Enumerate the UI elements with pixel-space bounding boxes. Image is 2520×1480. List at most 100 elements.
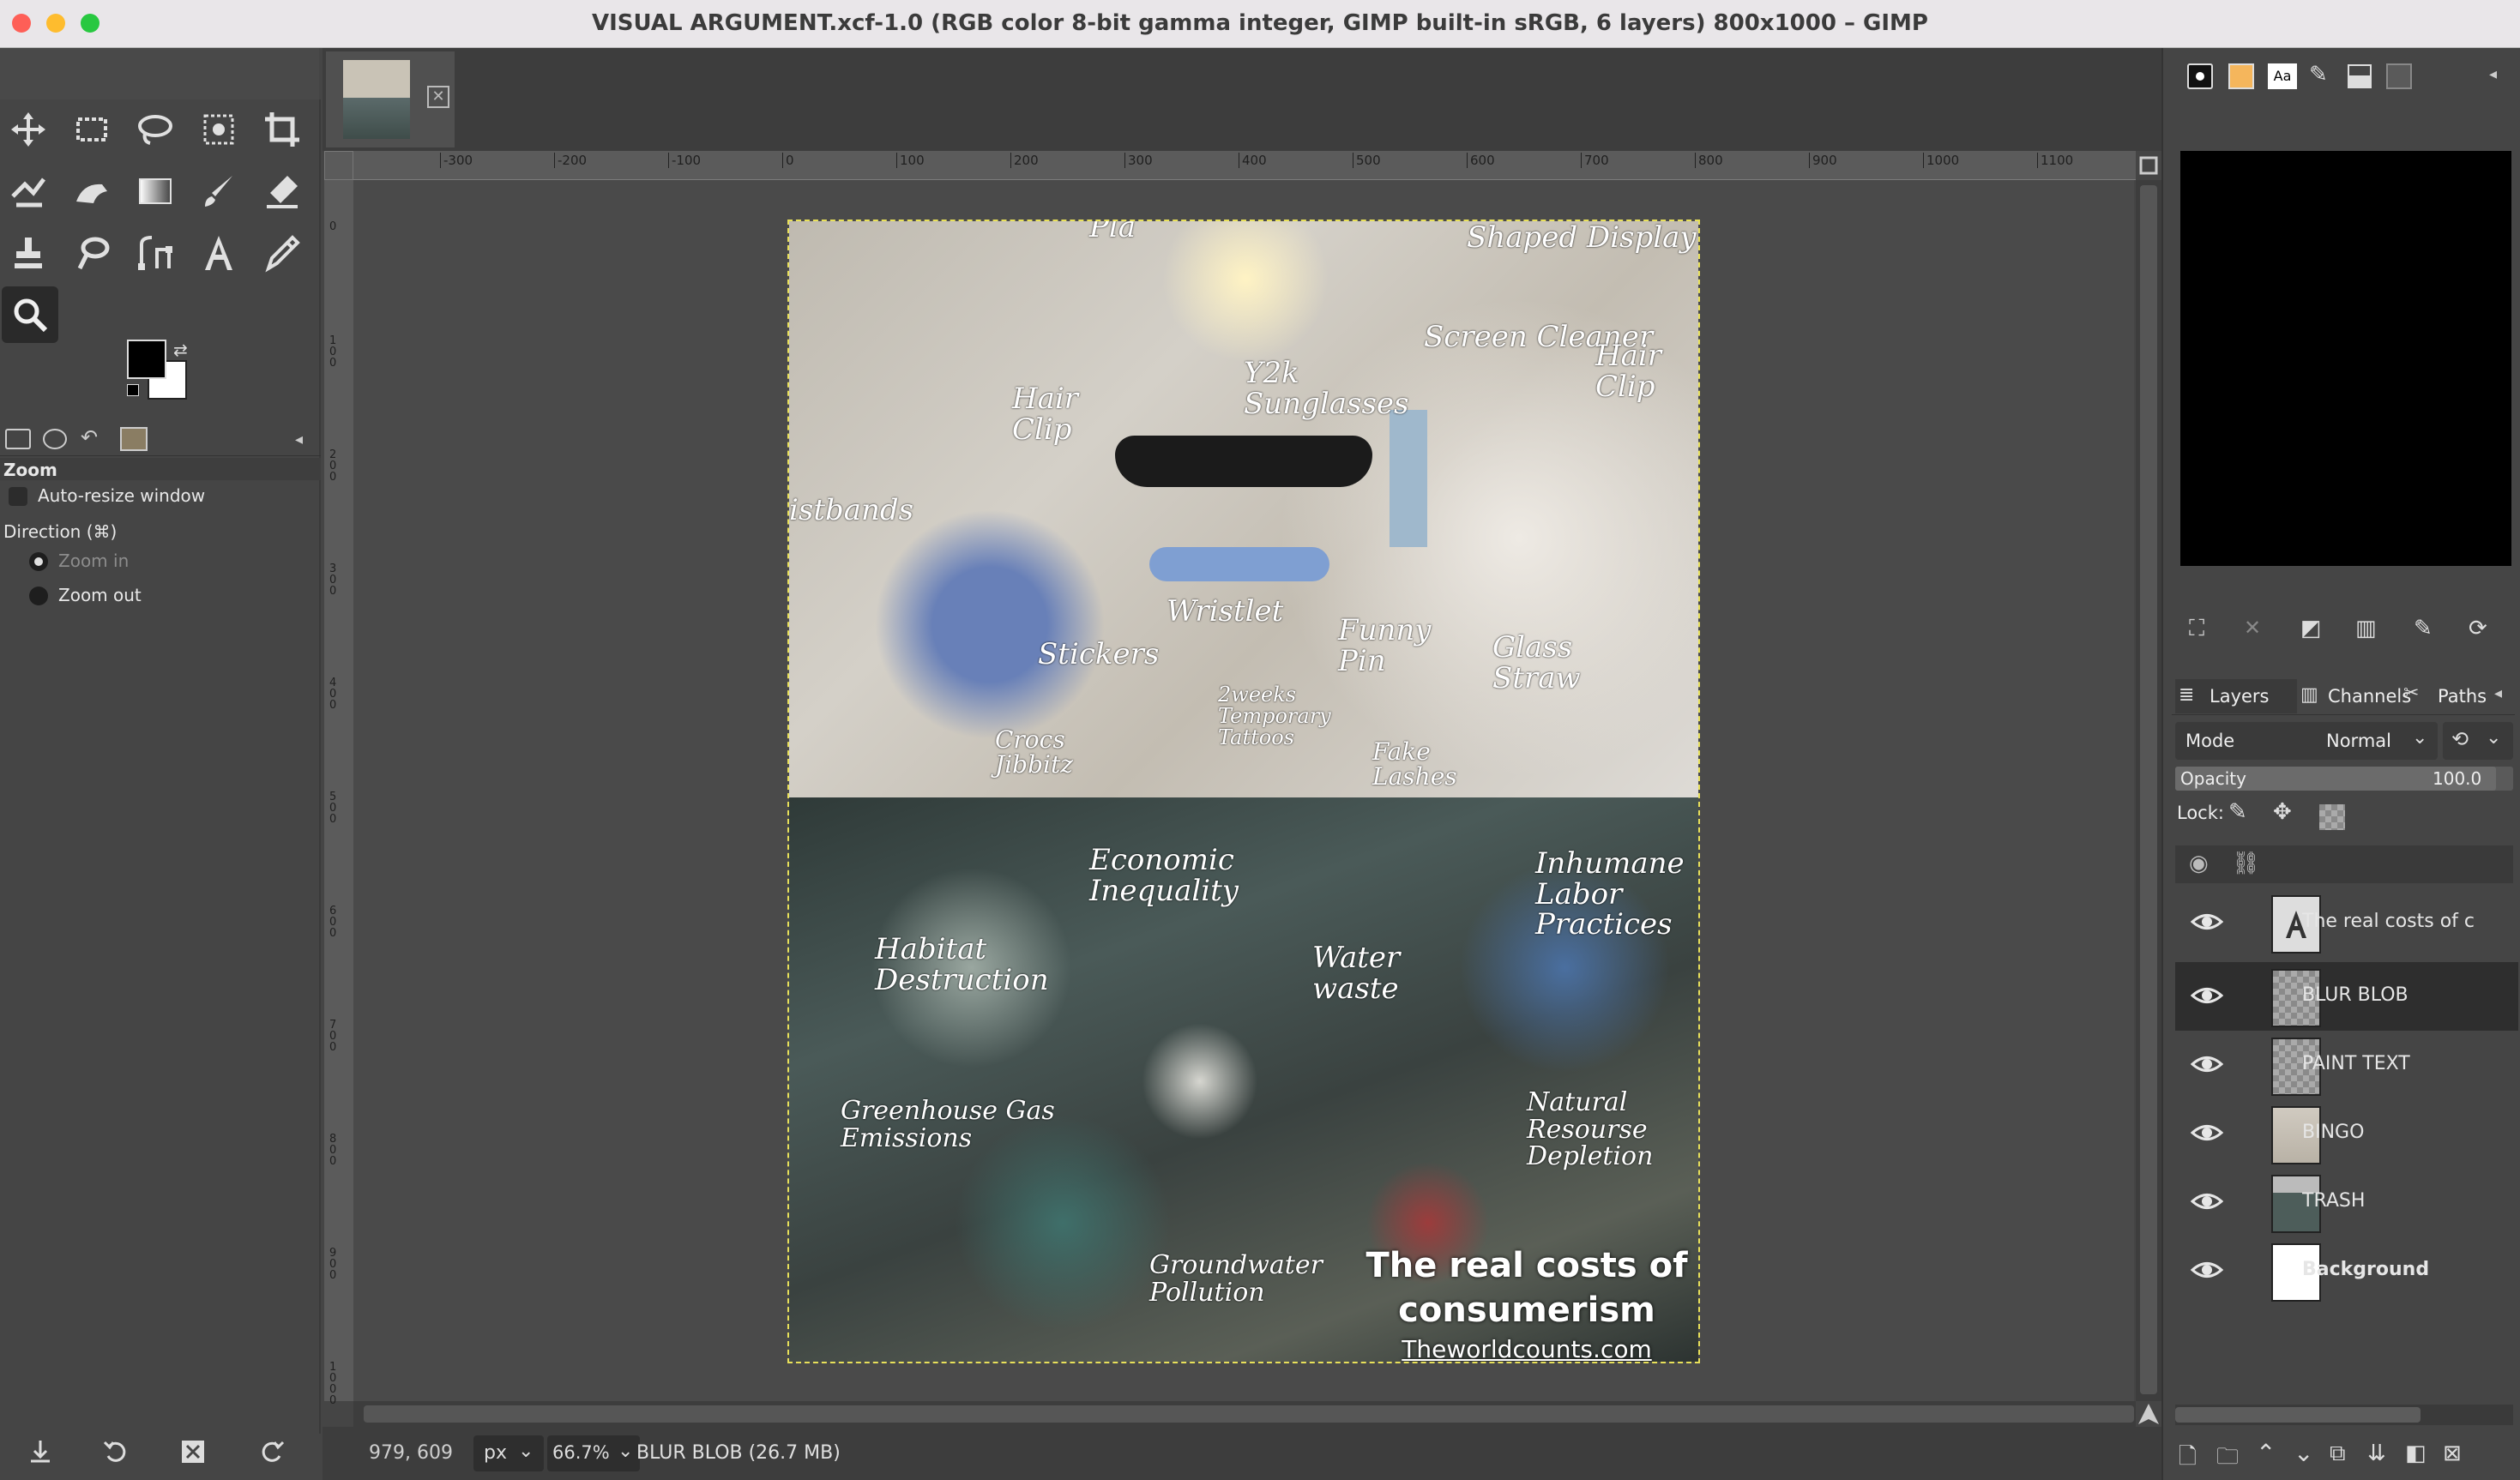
new-layer-icon[interactable]: 🗋	[2179, 1441, 2197, 1478]
delete-layer-icon[interactable]: ⊠	[2443, 1441, 2462, 1466]
zoom-out-radio[interactable]	[29, 587, 48, 605]
clone-tool-icon[interactable]	[0, 225, 57, 281]
configure-tab-icon[interactable]: ◂	[2489, 65, 2497, 83]
vertical-scrollbar[interactable]	[2136, 180, 2161, 1401]
auto-resize-checkbox[interactable]	[9, 487, 27, 506]
eye-icon[interactable]	[2191, 1051, 2223, 1077]
fonts-tab-icon[interactable]: Aa	[2268, 63, 2297, 89]
lower-layer-icon[interactable]: ⌄	[2294, 1439, 2313, 1467]
quick-mask-corner-icon[interactable]	[324, 151, 353, 180]
warp-transform-tool-icon[interactable]	[0, 163, 57, 220]
palettes-tab-icon[interactable]	[2386, 63, 2412, 89]
vertical-scroll-thumb[interactable]	[2140, 185, 2157, 1394]
heal-tool-icon[interactable]	[63, 225, 120, 281]
save-options-icon[interactable]	[26, 1437, 55, 1470]
tool-options-tab-icon[interactable]	[5, 429, 31, 449]
lock-pixels-icon[interactable]: ✎	[2228, 799, 2247, 825]
layer-row-selected[interactable]: BLUR BLOB	[2175, 962, 2518, 1031]
layer-row[interactable]: PAINT TEXT	[2175, 1031, 2518, 1099]
layer-row[interactable]: Background	[2175, 1236, 2518, 1305]
eye-icon[interactable]	[2191, 1257, 2223, 1283]
images-tab-icon[interactable]	[120, 427, 148, 451]
edit-brush-icon[interactable]: ◩	[2300, 616, 2322, 641]
opacity-value: 100.0	[2433, 768, 2482, 789]
annotation-hair-clip-right: Hair Clip	[1595, 339, 1662, 404]
chevron-down-icon: ⌄	[2412, 727, 2428, 749]
default-colors-icon[interactable]	[127, 384, 139, 396]
zoom-tool-icon[interactable]	[2, 286, 58, 343]
color-picker-tool-icon[interactable]	[254, 225, 310, 281]
layers-horizontal-scrollbar[interactable]	[2175, 1405, 2513, 1425]
patterns-tab-icon[interactable]	[2228, 63, 2254, 89]
smudge-tool-icon[interactable]	[63, 163, 120, 220]
move-tool-icon[interactable]	[0, 101, 57, 158]
tab-paths[interactable]: ✂ Paths	[2403, 679, 2498, 713]
brush-to-image-icon[interactable]: ✎	[2414, 616, 2433, 641]
mode-label: Mode	[2185, 731, 2235, 751]
new-layer-group-icon[interactable]: 🗀	[2216, 1441, 2239, 1478]
unit-selector[interactable]: px ⌄	[473, 1435, 544, 1471]
crop-tool-icon[interactable]	[254, 101, 310, 158]
swap-colors-icon[interactable]: ⇄	[173, 340, 188, 360]
tool-presets-tab-icon[interactable]: ✎	[2309, 62, 2328, 87]
right-dock: Aa ✎ ◂ ⛶ ✕ ◩ ▥ ✎ ⟳ ≣ Layers ▥ Channels ✂…	[2161, 48, 2520, 1480]
duplicate-layer-icon[interactable]: ⧉	[2330, 1441, 2346, 1467]
rect-select-tool-icon[interactable]	[63, 101, 120, 158]
foreground-color-swatch[interactable]	[127, 340, 166, 379]
layer-actions-bar: 🗋 🗀 ⌃ ⌄ ⧉ ⇊ ◧ ⊠	[2172, 1435, 2515, 1478]
horizontal-scroll-thumb[interactable]	[364, 1405, 2134, 1423]
fuzzy-select-tool-icon[interactable]	[190, 101, 247, 158]
tab-layers[interactable]: ≣ Layers	[2175, 679, 2297, 713]
mode-selector[interactable]: Mode Normal ⌄	[2175, 722, 2438, 760]
restore-options-icon[interactable]	[101, 1437, 130, 1470]
close-image-tab-icon[interactable]: ✕	[427, 86, 449, 108]
brush-preview[interactable]	[2180, 151, 2511, 566]
eye-icon[interactable]	[2191, 1120, 2223, 1146]
image-canvas[interactable]: Shaped Display Screen Cleaner Hair Clip …	[787, 220, 1700, 1363]
reset-options-icon[interactable]	[257, 1437, 286, 1470]
eye-icon[interactable]	[2191, 909, 2223, 935]
toolbox-header-art	[0, 48, 321, 99]
configure-tab-icon[interactable]: ◂	[2494, 684, 2502, 702]
text-tool-icon[interactable]	[190, 225, 247, 281]
paintbrush-tool-icon[interactable]	[190, 163, 247, 220]
duplicate-brush-icon[interactable]: ▥	[2355, 616, 2377, 641]
gradient-tool-icon[interactable]	[127, 163, 184, 220]
raise-layer-icon[interactable]: ⌃	[2256, 1439, 2276, 1467]
lock-position-icon[interactable]: ✥	[2273, 799, 2292, 825]
composite-mode-button[interactable]: ⟲ ⌄	[2443, 722, 2513, 760]
layer-mask-icon[interactable]: ◧	[2405, 1441, 2427, 1466]
device-status-tab-icon[interactable]	[43, 429, 67, 449]
layer-row[interactable]: The real costs of c	[2175, 888, 2518, 957]
zoom-in-radio[interactable]	[29, 552, 48, 571]
horizontal-scrollbar[interactable]	[353, 1401, 2136, 1427]
eye-icon[interactable]	[2191, 1188, 2223, 1214]
zoom-selector[interactable]: 66.7% ⌄	[547, 1435, 640, 1471]
delete-options-icon[interactable]	[178, 1437, 208, 1470]
delete-brush-icon[interactable]: ✕	[2244, 616, 2261, 640]
consumer-goods-photo: Shaped Display Screen Cleaner Hair Clip …	[789, 221, 1698, 797]
merge-layer-icon[interactable]: ⇊	[2367, 1441, 2386, 1466]
undo-history-tab-icon[interactable]: ↶	[81, 425, 98, 449]
layer-row[interactable]: TRASH	[2175, 1168, 2518, 1236]
layers-scroll-thumb[interactable]	[2175, 1407, 2421, 1423]
navigate-icon[interactable]	[2136, 1401, 2161, 1427]
refresh-brushes-icon[interactable]: ⟳	[2469, 616, 2487, 641]
tab-channels[interactable]: ▥ Channels	[2300, 679, 2421, 713]
zoom-fit-corner-icon[interactable]	[2136, 151, 2161, 180]
configure-tab-icon[interactable]: ◂	[295, 430, 303, 448]
free-select-tool-icon[interactable]	[127, 101, 184, 158]
image-tab-active[interactable]: ✕	[326, 51, 455, 147]
eye-icon[interactable]	[2191, 983, 2223, 1008]
canvas-area[interactable]: Shaped Display Screen Cleaner Hair Clip …	[353, 180, 2134, 1401]
horizontal-ruler[interactable]: -300 -200 -100 0 100 200 300 400 500 600 700 800 900…	[353, 151, 2136, 180]
layer-row[interactable]: BINGO	[2175, 1099, 2518, 1168]
lock-alpha-icon[interactable]	[2319, 804, 2345, 830]
paths-tool-icon[interactable]	[127, 225, 184, 281]
opacity-slider[interactable]: Opacity 100.0	[2175, 767, 2513, 791]
gradients-tab-icon[interactable]	[2347, 63, 2372, 89]
eraser-tool-icon[interactable]	[254, 163, 310, 220]
brushes-tab-icon[interactable]	[2187, 63, 2213, 89]
select-brush-icon[interactable]: ⛶	[2189, 616, 2204, 642]
vertical-ruler[interactable]: 0 100 200 300 400 500 600 700 800 900 1000	[324, 180, 353, 1406]
